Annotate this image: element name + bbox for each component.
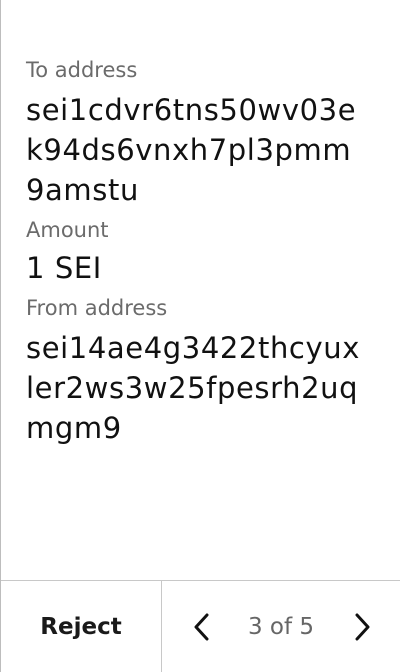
amount-label: Amount [26, 218, 109, 242]
from-address-line: ler2ws3w25fpesrh2uq [26, 371, 359, 405]
next-page-button[interactable] [344, 609, 380, 645]
reject-button[interactable]: Reject [1, 581, 161, 672]
previous-page-button[interactable] [184, 609, 220, 645]
to-address-label: To address [26, 58, 138, 82]
to-address-value: sei1cdvr6tns50wv03e k94ds6vnxh7pl3pmm 9a… [26, 90, 386, 210]
to-address-line: sei1cdvr6tns50wv03e [26, 93, 357, 127]
transaction-details: To address sei1cdvr6tns50wv03e k94ds6vnx… [26, 56, 386, 448]
to-address-line: k94ds6vnxh7pl3pmm [26, 133, 352, 167]
page-indicator: 3 of 5 [247, 614, 315, 640]
action-footer: Reject 3 of 5 [1, 580, 400, 672]
amount-value: 1 SEI [26, 251, 102, 285]
to-address-line: 9amstu [26, 173, 139, 207]
from-address-line: sei14ae4g3422thcyux [26, 331, 360, 365]
from-address-line: mgm9 [26, 411, 122, 445]
from-address-label: From address [26, 296, 168, 320]
page-navigator: 3 of 5 [162, 581, 400, 672]
chevron-right-icon [355, 613, 370, 641]
device-screen: To address sei1cdvr6tns50wv03e k94ds6vnx… [0, 0, 400, 672]
from-address-value: sei14ae4g3422thcyux ler2ws3w25fpesrh2uq … [26, 328, 386, 448]
chevron-left-icon [194, 613, 209, 641]
